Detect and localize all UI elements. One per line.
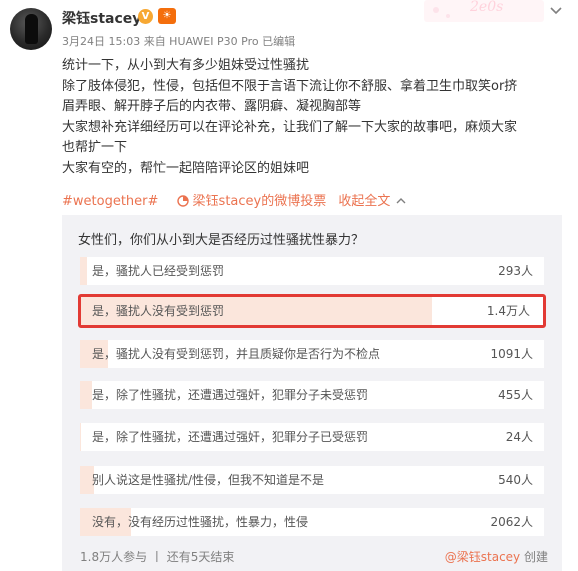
poll-footer: 1.8万人参与 丨 还有5天结束 [80, 550, 235, 564]
poll-option-label: 是，骚扰人没有受到惩罚 [92, 304, 225, 318]
poll-question: 女性们，你们从小到大是否经历过性骚扰性暴力？ [78, 233, 365, 248]
verified-badge-icon: V [138, 9, 153, 24]
post-line: 大家有空的，帮忙一起陪陪评论区的姐妹吧 [62, 160, 310, 176]
poll-option[interactable]: 没有，没有经历过性骚扰，性暴力，性侵 2062人 [80, 508, 544, 536]
collapse-text-label: 收起全文 [338, 194, 391, 209]
post-line: 眉弄眼、解开脖子后的内衣带、露阴癖、凝视胸部等 [62, 99, 362, 114]
hashtag-link[interactable]: #wetogether# [62, 194, 158, 209]
pie-chart-icon [176, 195, 189, 207]
chevron-down-icon[interactable] [549, 6, 563, 16]
poll-creator-link[interactable]: @梁钰stacey [445, 550, 520, 564]
poll-option[interactable]: 别人说这是性骚扰/性侵，但我不知道是不是 540人 [80, 466, 544, 494]
poll-option-count: 2062人 [490, 515, 533, 529]
poll-option-label: 是，除了性骚扰，还遭遇过强奸，犯罪分子已受惩罚 [92, 430, 369, 444]
poll-option-count: 24人 [505, 430, 533, 444]
post-body: 统计一下，从小到大有多少姐妹受过性骚扰 除了肢体侵犯，性侵，包括但不限于言语下流… [62, 56, 562, 179]
post-header: 梁钰stacey V ☀ 3月24日 15:03 来自 HUAWEI P30 P… [0, 0, 578, 52]
poll-creator: @梁钰stacey 创建 [445, 548, 548, 565]
poll-link[interactable]: 梁钰stacey的微博投票 [176, 194, 327, 209]
poll-option[interactable]: 是，骚扰人已经受到惩罚 293人 [80, 257, 544, 285]
poll-option-count: 1.4万人 [486, 304, 530, 318]
poll-link-label: 梁钰stacey的微博投票 [192, 194, 327, 209]
post-line: 大家想补充详细经历可以在评论补充，让我们了解一下大家的故事吧，麻烦大家 [62, 119, 518, 135]
collapse-text-button[interactable]: 收起全文 [338, 194, 406, 209]
poll-option-bar [80, 381, 92, 409]
username[interactable]: 梁钰stacey [62, 8, 141, 28]
poll-option-count: 1091人 [490, 347, 533, 361]
poll-card: 女性们，你们从小到大是否经历过性骚扰性暴力？ 是，骚扰人已经受到惩罚 293人 … [62, 215, 562, 571]
poll-option-count: 455人 [498, 388, 533, 402]
sun-level-icon: ☀ [158, 8, 176, 24]
poll-option[interactable]: 是，除了性骚扰，还遭遇过强奸，犯罪分子已受惩罚 24人 [80, 423, 544, 451]
poll-option-count: 540人 [498, 473, 533, 487]
poll-option-highlighted[interactable]: 是，骚扰人没有受到惩罚 1.4万人 [78, 294, 546, 328]
chevron-up-icon [396, 198, 406, 204]
poll-option-label: 是，骚扰人已经受到惩罚 [92, 264, 225, 278]
post-meta: 3月24日 15:03 来自 HUAWEI P30 Pro 已编辑 [62, 35, 296, 48]
poll-option-bar [80, 257, 87, 285]
post-line: 除了肢体侵犯，性侵，包括但不限于言语下流让你不舒服、拿着卫生巾取笑or挤 [62, 78, 518, 94]
poll-option-label: 别人说这是性骚扰/性侵，但我不知道是不是 [92, 473, 325, 487]
poll-option-label: 是，除了性骚扰，还遭遇过强奸，犯罪分子未受惩罚 [92, 388, 369, 402]
poll-option-count: 293人 [498, 264, 533, 278]
poll-option[interactable]: 是，除了性骚扰，还遭遇过强奸，犯罪分子未受惩罚 455人 [80, 381, 544, 409]
decoration-text: 2e0s [470, 0, 504, 15]
post-line: 也帮扩一下 [62, 140, 128, 155]
avatar[interactable] [10, 8, 52, 50]
poll-option[interactable]: 是，骚扰人没有受到惩罚，并且质疑你是否行为不检点 1091人 [80, 340, 544, 368]
poll-option-label: 没有，没有经历过性骚扰，性暴力，性侵 [92, 515, 309, 529]
tag-line: #wetogether# 梁钰stacey的微博投票 收起全文 [62, 190, 406, 209]
poll-creator-suffix: 创建 [520, 550, 548, 564]
poll-option-label: 是，骚扰人没有受到惩罚，并且质疑你是否行为不检点 [92, 347, 381, 361]
post-line: 统计一下，从小到大有多少姐妹受过性骚扰 [62, 58, 310, 73]
